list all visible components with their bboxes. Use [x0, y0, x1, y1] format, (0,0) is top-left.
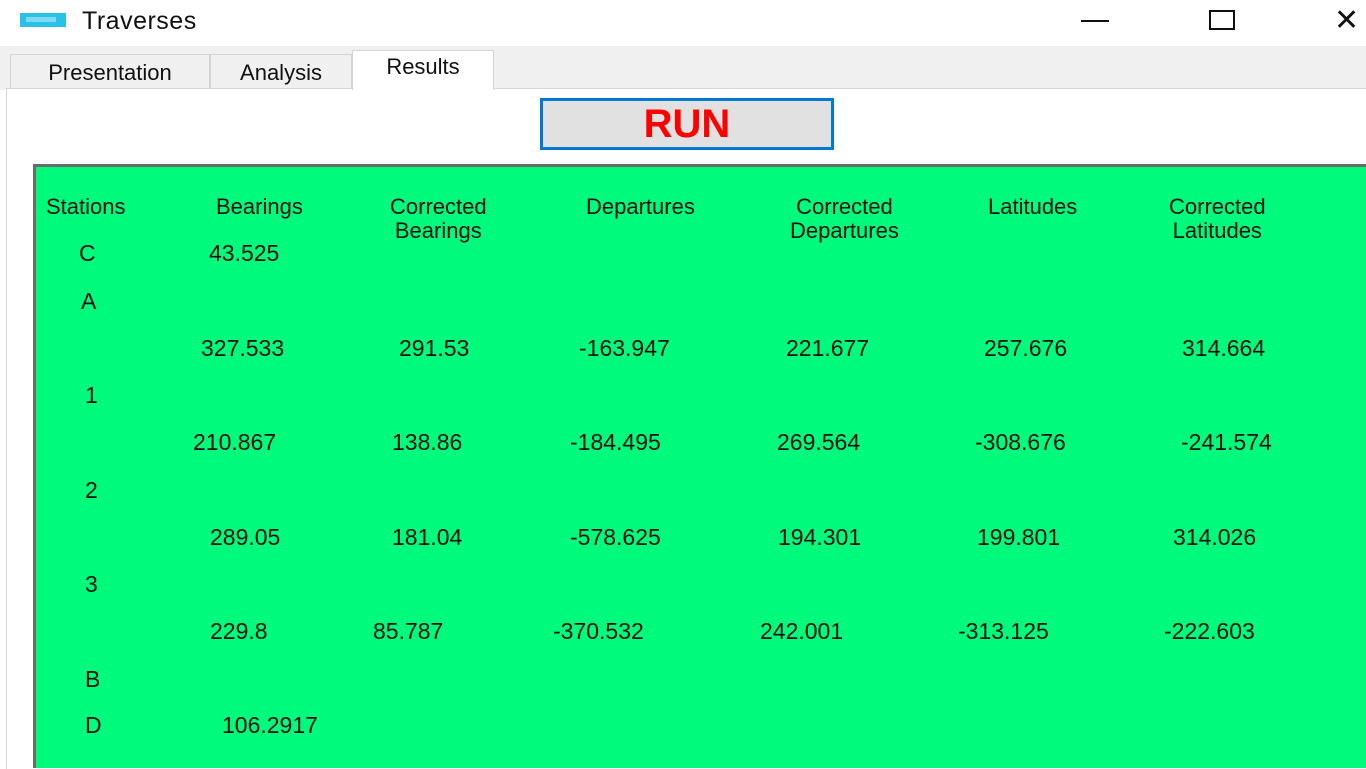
- minimize-button[interactable]: [1060, 0, 1130, 44]
- leg-corrected-latitude: -222.603: [1164, 618, 1255, 644]
- maximize-icon: [1209, 10, 1235, 30]
- tab-presentation[interactable]: Presentation: [10, 54, 210, 88]
- leg-latitude: 199.801: [977, 524, 1061, 550]
- header-corrected-bearings: Corrected Bearings: [390, 194, 487, 243]
- station-label: A: [81, 288, 97, 314]
- header-latitudes: Latitudes: [988, 194, 1078, 219]
- app-icon: [20, 13, 66, 27]
- leg-corrected-latitude: -241.574: [1181, 429, 1272, 455]
- leg-bearing: 210.867: [193, 429, 277, 455]
- title-bar: Traverses ✕: [0, 0, 1366, 46]
- leg-corrected-bearing: 138.86: [392, 429, 463, 455]
- header-departures: Departures: [586, 194, 695, 219]
- header-corrected-latitudes: Corrected Latitudes: [1169, 194, 1266, 243]
- leg-bearing: 229.8: [210, 618, 268, 644]
- leg-departure: -370.532: [553, 618, 644, 644]
- station-label: B: [85, 666, 101, 692]
- leg-departure: -163.947: [579, 335, 670, 361]
- station-label: 2: [85, 477, 98, 503]
- minimize-icon: [1081, 20, 1109, 22]
- close-icon: ✕: [1334, 3, 1360, 38]
- leg-departure: -578.625: [570, 524, 661, 550]
- header-bearings: Bearings: [216, 194, 303, 219]
- leg-bearing: 327.533: [201, 335, 285, 361]
- tab-strip: Presentation Analysis Results: [0, 46, 1366, 90]
- header-stations: Stations: [46, 194, 126, 219]
- station-d-bearing: 106.2917: [222, 712, 318, 738]
- leg-latitude: -308.676: [975, 429, 1066, 455]
- leg-corrected-bearing: 291.53: [399, 335, 470, 361]
- leg-corrected-latitude: 314.664: [1182, 335, 1266, 361]
- maximize-button[interactable]: [1188, 0, 1258, 44]
- leg-corrected-departure: 269.564: [777, 429, 861, 455]
- window-title: Traverses: [82, 7, 197, 35]
- leg-departure: -184.495: [570, 429, 661, 455]
- leg-corrected-latitude: 314.026: [1173, 524, 1257, 550]
- run-button[interactable]: RUN: [540, 98, 834, 150]
- leg-corrected-departure: 242.001: [760, 618, 844, 644]
- leg-corrected-bearing: 181.04: [392, 524, 463, 550]
- leg-corrected-departure: 194.301: [778, 524, 862, 550]
- leg-corrected-departure: 221.677: [786, 335, 870, 361]
- header-corrected-departures: Corrected Departures: [790, 194, 899, 243]
- leg-bearing: 289.05: [210, 524, 281, 550]
- close-button[interactable]: ✕: [1320, 0, 1366, 44]
- leg-corrected-bearing: 85.787: [373, 618, 444, 644]
- tab-analysis[interactable]: Analysis: [210, 54, 352, 88]
- station-label: C: [79, 240, 96, 266]
- leg-latitude: 257.676: [984, 335, 1068, 361]
- results-area: Stations Bearings Corrected Bearings Dep…: [33, 164, 1366, 768]
- station-label: 3: [85, 571, 98, 597]
- station-label: D: [85, 712, 102, 738]
- station-c-bearing: 43.525: [209, 240, 280, 266]
- tab-results[interactable]: Results: [352, 50, 494, 90]
- station-label: 1: [85, 382, 98, 408]
- leg-latitude: -313.125: [958, 618, 1049, 644]
